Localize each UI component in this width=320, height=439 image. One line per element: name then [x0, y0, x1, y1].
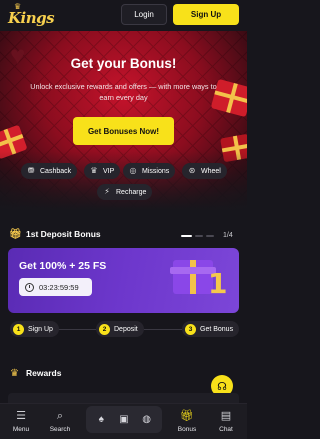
step-number: 2: [99, 323, 110, 335]
countdown-timer: 03:23:59:59: [19, 278, 92, 296]
crown-icon: ♛: [10, 367, 19, 379]
crown-icon: ♛: [90, 166, 98, 175]
nav-label: Menu: [12, 426, 30, 433]
signup-button[interactable]: Sign Up: [173, 4, 239, 25]
card-title: Get 100% + 25 FS: [19, 260, 107, 272]
pager-dot[interactable]: [181, 234, 192, 237]
cashback-icon: ⛃: [27, 166, 35, 175]
step-number: 3: [185, 323, 196, 335]
login-button[interactable]: Login: [121, 4, 167, 25]
deposit-section-header: 🎁︎ 1st Deposit Bonus: [9, 227, 101, 241]
nav-search[interactable]: ⌕ Search: [43, 409, 77, 433]
gift-icon: 🎁︎: [180, 410, 194, 422]
get-bonuses-button[interactable]: Get Bonuses Now!: [73, 117, 174, 145]
chip-cashback[interactable]: ⛃ Cashback: [21, 163, 78, 179]
rewards-carousel[interactable]: [8, 393, 239, 403]
nav-label: Bonus: [177, 426, 197, 433]
top-bar: ♛ Kings Login Sign Up: [0, 0, 247, 30]
recharge-icon: ⚡: [104, 187, 110, 196]
rewards-section-header: ♛ Rewards: [9, 366, 61, 380]
deposit-bonus-card[interactable]: Get 100% + 25 FS 03:23:59:59 1: [8, 248, 239, 313]
section-title: Rewards: [26, 368, 62, 378]
step-connector: [54, 329, 96, 330]
games-switcher[interactable]: ♠ ▣ ◍: [86, 406, 162, 433]
hero-fade: [0, 151, 247, 211]
pager-dot[interactable]: [206, 234, 214, 237]
nav-menu[interactable]: ☰ Menu: [4, 409, 38, 433]
search-icon: ⌕: [56, 410, 64, 422]
gift-box-icon: [170, 260, 216, 294]
hero-title: Get your Bonus!: [70, 56, 177, 71]
chip-label: Cashback: [40, 167, 72, 175]
headset-icon: ☊: [217, 380, 227, 393]
gift-icon: 🎁︎: [9, 228, 22, 240]
slots-icon[interactable]: ▣: [117, 413, 130, 426]
step-sign-up: 1 Sign Up: [10, 321, 59, 337]
spade-icon[interactable]: ♠: [95, 413, 108, 426]
clock-icon: [25, 282, 34, 292]
chip-wheel[interactable]: ⊛ Wheel: [182, 163, 227, 179]
hero-subtitle: Unlock exclusive rewards and offers — wi…: [30, 82, 217, 102]
carousel-pager[interactable]: 1/4: [181, 232, 233, 239]
step-connector: [139, 329, 182, 330]
chip-vip[interactable]: ♛ VIP: [84, 163, 121, 179]
nav-bonus[interactable]: 🎁︎ Bonus: [170, 409, 204, 433]
chip-missions[interactable]: ◎ Missions: [123, 163, 176, 179]
basketball-icon[interactable]: ◍: [140, 413, 153, 426]
kings-logo[interactable]: ♛ Kings: [6, 3, 55, 28]
step-label: Get Bonus: [200, 325, 234, 333]
chip-recharge[interactable]: ⚡ Recharge: [97, 184, 153, 200]
logo-text: Kings: [8, 9, 55, 27]
nav-chat[interactable]: ▤ Chat: [209, 409, 243, 433]
target-icon: ◎: [129, 166, 137, 175]
chip-label: Recharge: [116, 188, 147, 196]
step-number: 1: [13, 323, 24, 335]
menu-icon: ☰: [16, 410, 26, 422]
chip-label: VIP: [103, 167, 115, 175]
section-title: 1st Deposit Bonus: [26, 229, 101, 239]
chat-icon: ▤: [220, 410, 232, 422]
step-label: Deposit: [114, 325, 138, 333]
pager-count: 1/4: [223, 232, 233, 239]
pager-dot[interactable]: [195, 234, 203, 237]
chip-label: Missions: [142, 167, 170, 175]
step-deposit: 2 Deposit: [96, 321, 144, 337]
timer-value: 03:23:59:59: [39, 282, 79, 292]
chip-label: Wheel: [201, 167, 221, 175]
step-label: Sign Up: [28, 325, 53, 333]
wheel-icon: ⊛: [188, 166, 196, 175]
nav-label: Chat: [219, 426, 233, 433]
nav-label: Search: [49, 426, 71, 433]
number-one-graphic: 1: [208, 267, 228, 300]
step-get-bonus: 3 Get Bonus: [182, 321, 240, 337]
